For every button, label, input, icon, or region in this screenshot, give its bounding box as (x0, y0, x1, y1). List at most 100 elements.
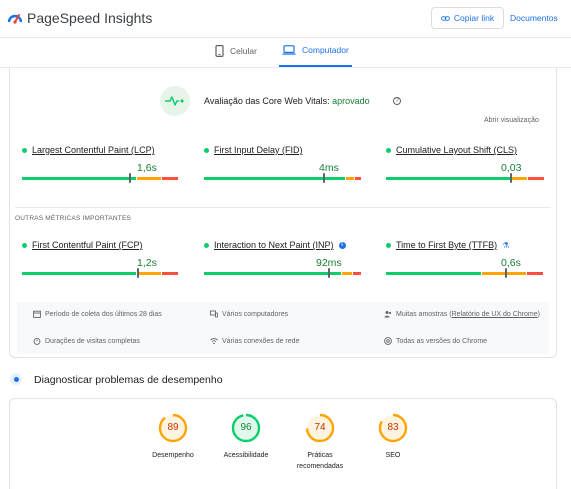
percentile-marker (510, 173, 512, 183)
flask-icon[interactable]: ⚗ (502, 241, 509, 250)
metric-value: 1,6s (137, 162, 157, 174)
needs-improvement-segment (346, 177, 354, 180)
score-label: Práticas recomendadas (296, 452, 344, 470)
devices-icon (210, 310, 218, 318)
poor-segment (355, 177, 361, 180)
app-title: PageSpeed Insights (27, 10, 153, 26)
score-value: 74 (314, 422, 326, 433)
divider (15, 207, 551, 208)
metric-name[interactable]: First Input Delay (FID) (214, 145, 303, 155)
metric-value: 1,2s (137, 257, 157, 269)
other-metrics-heading: OUTRAS MÉTRICAS IMPORTANTES (15, 215, 132, 222)
metric-name[interactable]: Largest Contentful Paint (LCP) (32, 145, 155, 155)
diagnose-title: Diagnosticar problemas de desempenho (34, 374, 223, 386)
good-segment (386, 177, 510, 180)
info-devices: Vários computadores (210, 309, 288, 320)
poor-segment (528, 177, 544, 180)
score-value: 83 (387, 422, 399, 433)
distribution-bar (386, 177, 544, 180)
metric-fid[interactable]: First Input Delay (FID) 4ms (204, 145, 361, 183)
laptop-icon (282, 45, 296, 55)
info-period-text: Período de coleta dos últimos 28 dias (45, 311, 162, 318)
device-tabs: Celular Computador (0, 38, 571, 68)
poor-segment (527, 272, 543, 275)
pagespeed-logo-icon (7, 14, 23, 24)
good-status-dot (22, 242, 27, 248)
metric-ttfb[interactable]: Time to First Byte (TTFB) ⚗ 0,6s (386, 240, 543, 278)
distribution-bar (204, 272, 361, 275)
metric-name[interactable]: Interaction to Next Paint (INP) (214, 240, 334, 250)
distribution-bar (22, 272, 178, 275)
info-samples-text: Muitas amostras ( (396, 311, 452, 318)
distribution-bar (204, 177, 361, 180)
timer-icon (33, 337, 41, 345)
metric-value: 0,6s (501, 257, 521, 269)
cwv-assessment: Avaliação das Core Web Vitals: aprovado (204, 96, 370, 106)
copy-link-button[interactable]: Copiar link (431, 7, 504, 29)
tab-desktop[interactable]: Computador (282, 45, 349, 55)
metric-value: 4ms (319, 162, 339, 174)
percentile-marker (129, 173, 131, 183)
tab-mobile-label: Celular (230, 46, 257, 56)
good-segment (22, 272, 136, 275)
score-label: Desempenho (152, 452, 194, 459)
good-status-dot (204, 242, 209, 248)
metric-cls[interactable]: Cumulative Layout Shift (CLS) 0,03 (386, 145, 544, 183)
info-connections-text: Várias conexões de rede (222, 338, 300, 345)
info-durations: Durações de visitas completas (33, 336, 140, 347)
expand-view-toggle[interactable]: Abrir visualização (484, 117, 539, 124)
poor-segment (353, 272, 361, 275)
metric-name[interactable]: First Contentful Paint (FCP) (32, 240, 143, 250)
good-segment (204, 272, 341, 275)
info-versions-text: Todas as versões do Chrome (396, 338, 488, 345)
percentile-marker (505, 268, 507, 278)
cwv-status: aprovado (332, 96, 370, 106)
info-devices-text: Vários computadores (222, 311, 289, 318)
metric-lcp[interactable]: Largest Contentful Paint (LCP) 1,6s (22, 145, 179, 183)
good-status-dot (204, 147, 209, 153)
info-period: Período de coleta dos últimos 28 dias (33, 309, 162, 320)
score-value: 89 (167, 422, 179, 433)
info-samples: Muitas amostras (Relatório de UX do Chro… (384, 309, 544, 320)
score-value: 96 (240, 422, 252, 433)
diagnose-icon (10, 373, 22, 385)
good-segment (386, 272, 481, 275)
good-status-dot (386, 242, 391, 248)
needs-improvement-segment (342, 272, 352, 275)
people-icon (384, 311, 392, 318)
percentile-marker (323, 173, 325, 183)
percentile-marker (328, 268, 330, 278)
docs-link[interactable]: Documentos (510, 13, 558, 23)
info-samples-close: ) (537, 311, 540, 318)
poor-segment (162, 177, 178, 180)
wifi-icon (210, 338, 218, 345)
distribution-bar (22, 177, 178, 180)
poor-segment (162, 272, 178, 275)
score-label: SEO (385, 452, 401, 459)
help-icon[interactable]: ? (393, 97, 401, 105)
good-segment (22, 177, 136, 180)
metric-inp[interactable]: Interaction to Next Paint (INP) i 92ms (204, 240, 361, 278)
good-status-dot (22, 147, 27, 153)
percentile-marker (137, 268, 139, 278)
smartphone-icon (215, 45, 224, 57)
needs-improvement-segment (137, 272, 161, 275)
score-label: Acessibilidade (223, 452, 269, 459)
tab-selected-indicator (279, 65, 352, 67)
calendar-icon (33, 310, 41, 318)
info-durations-text: Durações de visitas completas (45, 338, 140, 345)
metric-name[interactable]: Cumulative Layout Shift (CLS) (396, 145, 517, 155)
distribution-bar (386, 272, 543, 275)
metric-name[interactable]: Time to First Byte (TTFB) (396, 240, 497, 250)
good-status-dot (386, 147, 391, 153)
lab-scores-card (9, 398, 557, 489)
crux-report-link[interactable]: Relatório de UX do Chrome (452, 311, 538, 318)
info-versions: Todas as versões do Chrome (384, 336, 487, 347)
cwv-assessment-label: Avaliação das Core Web Vitals: (204, 96, 330, 106)
top-bar: PageSpeed Insights Copiar link Documento… (0, 0, 571, 38)
cwv-pulse-icon (160, 86, 190, 116)
info-icon[interactable]: i (338, 241, 346, 249)
info-connections: Várias conexões de rede (210, 336, 299, 347)
tab-mobile[interactable]: Celular (215, 45, 257, 57)
metric-fcp[interactable]: First Contentful Paint (FCP) 1,2s (22, 240, 179, 278)
